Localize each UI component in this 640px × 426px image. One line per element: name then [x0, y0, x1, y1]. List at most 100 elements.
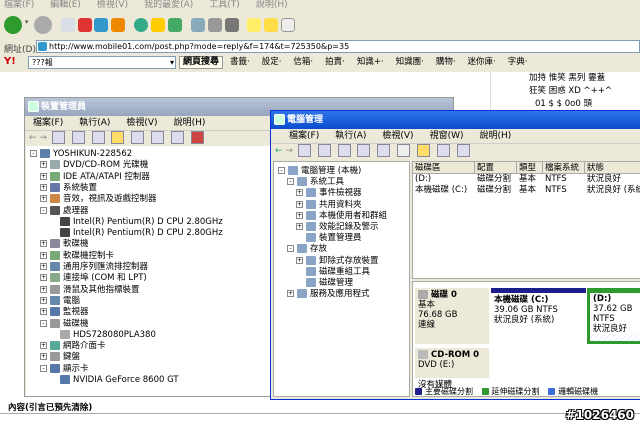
expand-icon[interactable]: +	[40, 172, 47, 180]
cm-menu-file[interactable]: 檔案(F)	[289, 131, 319, 141]
knowledge-link[interactable]: 知識+·	[357, 57, 384, 67]
cm-menu-view[interactable]: 檢視(V)	[382, 131, 413, 141]
edit-icon[interactable]	[224, 18, 239, 32]
expand-icon[interactable]: +	[296, 200, 303, 208]
dm-menu-view[interactable]: 檢視(V)	[126, 118, 157, 128]
tree-node[interactable]: + 音效，視訊及遊戲控制器	[40, 193, 157, 205]
menu-view[interactable]: 檢視(V)	[97, 0, 128, 10]
tree-node[interactable]: - 磁碟機	[40, 318, 89, 330]
collapse-icon[interactable]: -	[278, 167, 285, 174]
collapse-icon[interactable]: -	[40, 319, 47, 327]
expand-icon[interactable]: +	[40, 285, 47, 293]
emoticon-row-2[interactable]: 狂笑 困惑 XD ^++^	[529, 85, 640, 98]
disable-icon[interactable]	[171, 131, 185, 144]
cm-folder-icon[interactable]	[417, 144, 431, 157]
expand-icon[interactable]: +	[40, 342, 47, 350]
dropdown-icon[interactable]: ▾	[25, 18, 31, 32]
tree-node[interactable]: HDS728080PLA380	[50, 329, 156, 341]
computer-management-titlebar[interactable]: 電腦管理	[271, 111, 640, 129]
collapse-icon[interactable]: -	[287, 178, 294, 186]
messenger-icon[interactable]	[281, 18, 296, 32]
expand-icon[interactable]: +	[40, 251, 47, 259]
partition-d[interactable]: (D:) 37.62 GB NTFS 狀況良好	[587, 288, 640, 344]
collapse-icon[interactable]: -	[40, 206, 47, 214]
col-type[interactable]: 類型	[517, 162, 543, 174]
col-volume[interactable]: 磁碟區	[413, 162, 475, 174]
tree-node[interactable]: - 存放	[287, 243, 327, 255]
cm-back-icon[interactable]: ←	[275, 146, 283, 156]
tree-node[interactable]: + 共用資料夾	[296, 199, 362, 211]
refresh-icon[interactable]	[94, 18, 109, 32]
menu-file[interactable]: 檔案(F)	[4, 0, 34, 10]
knowledge-group-link[interactable]: 知識團·	[396, 57, 424, 67]
expand-icon[interactable]: +	[40, 353, 47, 361]
tree-node[interactable]: + 卸除式存放裝置	[296, 255, 379, 267]
tree-node[interactable]: - 處理器	[40, 205, 89, 217]
col-layout[interactable]: 配置	[475, 162, 517, 174]
tree-node[interactable]: + IDE ATA/ATAPI 控制器	[40, 171, 150, 183]
cm-menu-window[interactable]: 視窗(W)	[430, 131, 464, 141]
page-icon[interactable]	[60, 18, 75, 32]
volume-row[interactable]: (D:) 磁碟分割 基本 NTFS 狀況良好	[413, 174, 640, 185]
expand-icon[interactable]: +	[296, 256, 303, 264]
tree-node[interactable]: + 效能記錄及警示	[296, 221, 379, 233]
dm-menu-action[interactable]: 執行(A)	[79, 118, 110, 128]
collapse-icon[interactable]: -	[40, 364, 47, 372]
tree-node[interactable]: - 系統工具	[287, 176, 344, 188]
expand-icon[interactable]: +	[40, 240, 47, 248]
tree-node[interactable]: - 電腦管理 (本機)	[278, 165, 361, 177]
tree-node[interactable]: Intel(R) Pentium(R) D CPU 2.80GHz	[50, 216, 223, 228]
history-icon[interactable]	[167, 18, 182, 32]
cm-search-icon[interactable]	[436, 144, 450, 157]
menu-help[interactable]: 說明(H)	[256, 0, 288, 10]
menu-tools[interactable]: 工具(T)	[209, 0, 240, 10]
tree-node[interactable]: + 電腦	[40, 295, 80, 307]
emoticon-row-1[interactable]: 加持 惟笑 黑列 霎蓋	[529, 72, 640, 85]
expand-icon[interactable]: +	[40, 195, 47, 203]
collapse-icon[interactable]: -	[287, 245, 294, 253]
web-search-button[interactable]: 網頁搜尋	[179, 56, 224, 69]
cm-help-icon[interactable]	[456, 144, 470, 157]
expand-icon[interactable]: +	[40, 183, 47, 191]
tree-node[interactable]: + 連接埠 (COM 和 LPT)	[40, 272, 147, 284]
tree-node[interactable]: Intel(R) Pentium(R) D CPU 2.80GHz	[50, 227, 223, 239]
note-icon[interactable]	[247, 18, 262, 32]
volume-row[interactable]: 本機磁碟 (C:) 磁碟分割基本 NTFS 狀況良好 (系統)	[413, 185, 640, 196]
expand-icon[interactable]: +	[40, 308, 47, 316]
forward-arrow-icon[interactable]: →	[39, 133, 47, 143]
print-icon[interactable]	[91, 131, 105, 144]
tree-node[interactable]: + 監視器	[40, 306, 89, 318]
menu-edit[interactable]: 編輯(E)	[50, 0, 81, 10]
expand-icon[interactable]: +	[40, 296, 47, 304]
tree-node[interactable]: + 本機使用者和群組	[296, 210, 387, 222]
shopping-link[interactable]: 購物·	[436, 57, 456, 67]
col-status[interactable]: 狀態	[585, 162, 640, 174]
tree-node[interactable]: - YOSHIKUN-228562	[30, 148, 132, 160]
tree-node[interactable]: 裝置管理員	[296, 232, 362, 244]
scan-icon[interactable]	[131, 131, 145, 144]
check-icon[interactable]	[377, 144, 391, 157]
tree-node[interactable]: + 通用序列匯流排控制器	[40, 261, 148, 273]
search-icon[interactable]	[134, 18, 149, 32]
yahoo-search-input[interactable]: ???報 ▾	[28, 56, 176, 69]
tree-node[interactable]: + 系統裝置	[40, 182, 97, 194]
home-icon[interactable]	[111, 18, 126, 32]
reply-textarea[interactable]	[0, 413, 640, 426]
dropdown-arrow-icon[interactable]: ▾	[170, 57, 174, 68]
tree-node[interactable]: 磁碟管理	[296, 277, 353, 289]
expand-icon[interactable]: +	[296, 223, 303, 230]
tree-node[interactable]: + 軟碟機	[40, 238, 89, 250]
col-filesystem[interactable]: 檔案系統	[543, 162, 585, 174]
expand-icon[interactable]: +	[296, 211, 303, 219]
expand-icon[interactable]: +	[40, 263, 47, 270]
menu-favorites[interactable]: 我的最愛(A)	[144, 0, 193, 10]
yahoo-logo-icon[interactable]: Y!	[4, 56, 16, 67]
cm-refresh-icon[interactable]	[357, 144, 371, 157]
dictionary-link[interactable]: 字典·	[508, 57, 528, 67]
cm-menu-action[interactable]: 執行(A)	[335, 131, 366, 141]
stop-icon[interactable]	[77, 18, 92, 32]
folder-icon[interactable]	[264, 18, 279, 32]
print-icon[interactable]	[207, 18, 222, 32]
partition-c[interactable]: 本機磁碟 (C:) 39.06 GB NTFS 狀況良好 (系統)	[491, 288, 586, 344]
forward-icon[interactable]	[33, 16, 52, 34]
